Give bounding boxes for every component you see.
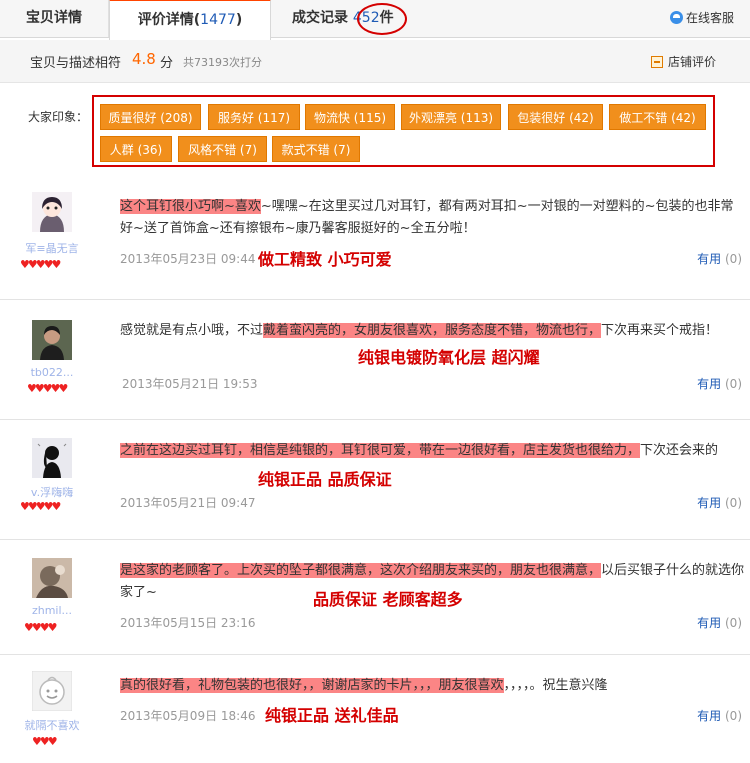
tab-records-label: 成交记录 bbox=[292, 10, 348, 26]
tab-reviews-paren-close: ) bbox=[235, 12, 243, 28]
customer-service-icon bbox=[669, 11, 683, 24]
online-service-label: 在线客服 bbox=[685, 11, 734, 25]
review-highlight: 之前在这边买过耳钉，相信是纯银的，耳钉很可爱，带在一边很好看，店主发货也很给力， bbox=[120, 443, 641, 458]
review-date: 2013年05月15日 23:16 bbox=[120, 616, 256, 630]
review-item: 军≡晶无言 ♥♥♥♥♥ 这个耳钉很小巧啊~喜欢~嘿嘿~在这里买过几对耳钉，都有两… bbox=[0, 178, 750, 300]
avatar[interactable] bbox=[32, 320, 72, 360]
buyer-level-hearts: ♥♥♥♥♥ bbox=[20, 258, 61, 271]
shop-rating-icon bbox=[650, 56, 663, 68]
review-text-rest: 下次再来买个戒指！ bbox=[601, 323, 719, 338]
useful-count: (0) bbox=[725, 616, 742, 630]
impression-tag[interactable]: 人群 (36) bbox=[100, 136, 172, 162]
useful-label: 有用 bbox=[697, 616, 722, 630]
useful-vote-button[interactable]: 有用 (0) bbox=[697, 707, 742, 724]
useful-label: 有用 bbox=[697, 377, 722, 391]
review-text-rest: ，，，，。祝生意兴隆 bbox=[503, 678, 608, 693]
red-circle-annotation bbox=[357, 3, 407, 35]
tab-item-details[interactable]: 宝贝详情 bbox=[0, 0, 109, 37]
useful-count: (0) bbox=[725, 377, 742, 391]
review-highlight: 这个耳钉很小巧啊~喜欢 bbox=[120, 199, 261, 214]
useful-label: 有用 bbox=[697, 496, 722, 510]
useful-vote-button[interactable]: 有用 (0) bbox=[697, 614, 742, 631]
avatar[interactable] bbox=[32, 558, 72, 598]
reviewer-nick[interactable]: 军≡晶无言 bbox=[14, 240, 90, 256]
annotation-tag: 做工精致 小巧可爱 bbox=[258, 250, 392, 269]
reviewer-nick[interactable]: v.浮嗨嗨 bbox=[14, 484, 90, 500]
useful-label: 有用 bbox=[697, 709, 722, 723]
tab-bar: 宝贝详情 评价详情(1477) 成交记录 452件 在线客服 bbox=[0, 0, 750, 40]
score-unit: 分 bbox=[160, 56, 174, 71]
buyer-level-hearts: ♥♥♥♥♥ bbox=[27, 382, 68, 395]
tab-reviews-label: 评价详情 bbox=[137, 12, 194, 28]
impression-tag[interactable]: 做工不错 (42) bbox=[609, 104, 706, 130]
impression-tag[interactable]: 质量很好 (208) bbox=[100, 104, 201, 130]
annotation-tag: 品质保证 老顾客超多 bbox=[313, 590, 463, 609]
impression-tag[interactable]: 款式不错 (7) bbox=[272, 136, 360, 162]
review-item: tb022... ♥♥♥♥♥ 感觉就是有点小哦，不过戴着蛮闪亮的，女朋友很喜欢，… bbox=[0, 300, 750, 420]
review-item: v.浮嗨嗨 ♥♥♥♥♥ 之前在这边买过耳钉，相信是纯银的，耳钉很可爱，带在一边很… bbox=[0, 420, 750, 540]
review-text-start: 感觉就是有点小哦，不过 bbox=[120, 323, 264, 338]
review-item: 就隔不喜欢 ♥♥♥ 真的很好看，礼物包装的也很好，，谢谢店家的卡片，，，朋友很喜… bbox=[0, 655, 750, 763]
review-date: 2013年05月21日 09:47 bbox=[120, 496, 256, 510]
buyer-level-hearts: ♥♥♥♥♥ bbox=[20, 500, 61, 513]
review-highlight: 戴着蛮闪亮的，女朋友很喜欢，服务态度不错，物流也行， bbox=[263, 323, 602, 338]
impression-tag[interactable]: 外观漂亮 (113) bbox=[401, 104, 501, 130]
shop-rating-link[interactable]: 店铺评价 bbox=[650, 53, 716, 70]
useful-vote-button[interactable]: 有用 (0) bbox=[697, 494, 742, 511]
online-service-link[interactable]: 在线客服 bbox=[669, 10, 734, 26]
reviewer-nick[interactable]: zhmil... bbox=[14, 604, 90, 617]
review-highlight: 真的很好看，礼物包装的也很好，，谢谢店家的卡片，，，朋友很喜欢 bbox=[120, 678, 504, 693]
score-count: 共73193次打分 bbox=[183, 56, 262, 69]
reviewer-nick[interactable]: 就隔不喜欢 bbox=[14, 717, 90, 733]
useful-count: (0) bbox=[725, 252, 742, 266]
score-value: 4.8 bbox=[132, 50, 156, 68]
rating-summary: 宝贝与描述相符 4.8 分 共73193次打分 店铺评价 bbox=[0, 40, 750, 83]
useful-vote-button[interactable]: 有用 (0) bbox=[697, 250, 742, 267]
useful-count: (0) bbox=[725, 496, 742, 510]
score-label: 宝贝与描述相符 bbox=[30, 56, 122, 71]
impression-tag[interactable]: 物流快 (115) bbox=[305, 104, 395, 130]
review-text: 这个耳钉很小巧啊~喜欢~嘿嘿~在这里买过几对耳钉，都有两对耳扣~一对银的一对塑料… bbox=[120, 196, 746, 240]
review-text: 之前在这边买过耳钉，相信是纯银的，耳钉很可爱，带在一边很好看，店主发货也很给力，… bbox=[120, 440, 746, 462]
impression-tag[interactable]: 包装很好 (42) bbox=[508, 104, 603, 130]
avatar[interactable] bbox=[32, 438, 72, 478]
review-item: zhmil... ♥♥♥♥ 是这家的老顾客了。上次买的坠子都很满意，这次介绍朋友… bbox=[0, 540, 750, 655]
useful-vote-button[interactable]: 有用 (0) bbox=[697, 375, 742, 392]
useful-count: (0) bbox=[725, 709, 742, 723]
impression-tag[interactable]: 服务好 (117) bbox=[208, 104, 300, 130]
review-date: 2013年05月09日 18:46 bbox=[120, 709, 256, 723]
impressions-label: 大家印象： bbox=[28, 110, 89, 124]
review-text-rest: 下次还会来的 bbox=[640, 443, 719, 458]
shop-rating-label: 店铺评价 bbox=[667, 55, 716, 69]
reviewer-nick[interactable]: tb022... bbox=[14, 366, 90, 379]
review-text: 感觉就是有点小哦，不过戴着蛮闪亮的，女朋友很喜欢，服务态度不错，物流也行，下次再… bbox=[120, 320, 746, 342]
review-date: 2013年05月21日 19:53 bbox=[122, 377, 258, 391]
review-highlight: 是这家的老顾客了。上次买的坠子都很满意，这次介绍朋友来买的，朋友也很满意， bbox=[120, 563, 602, 578]
review-text: 真的很好看，礼物包装的也很好，，谢谢店家的卡片，，，朋友很喜欢，，，，。祝生意兴… bbox=[120, 675, 746, 697]
annotation-tag: 纯银电镀防氧化层 超闪耀 bbox=[358, 348, 540, 367]
annotation-tag: 纯银正品 品质保证 bbox=[258, 470, 392, 489]
avatar[interactable] bbox=[32, 192, 72, 232]
impression-tag[interactable]: 风格不错 (7) bbox=[178, 136, 267, 162]
buyer-level-hearts: ♥♥♥♥ bbox=[24, 621, 57, 634]
tab-reviews-count: 1477 bbox=[200, 12, 236, 28]
buyer-level-hearts: ♥♥♥ bbox=[32, 735, 58, 748]
tab-reviews[interactable]: 评价详情(1477) bbox=[109, 0, 271, 40]
annotation-tag: 纯银正品 送礼佳品 bbox=[265, 706, 399, 725]
avatar[interactable] bbox=[31, 670, 73, 712]
useful-label: 有用 bbox=[697, 252, 722, 266]
review-date: 2013年05月23日 09:44 bbox=[120, 252, 256, 266]
